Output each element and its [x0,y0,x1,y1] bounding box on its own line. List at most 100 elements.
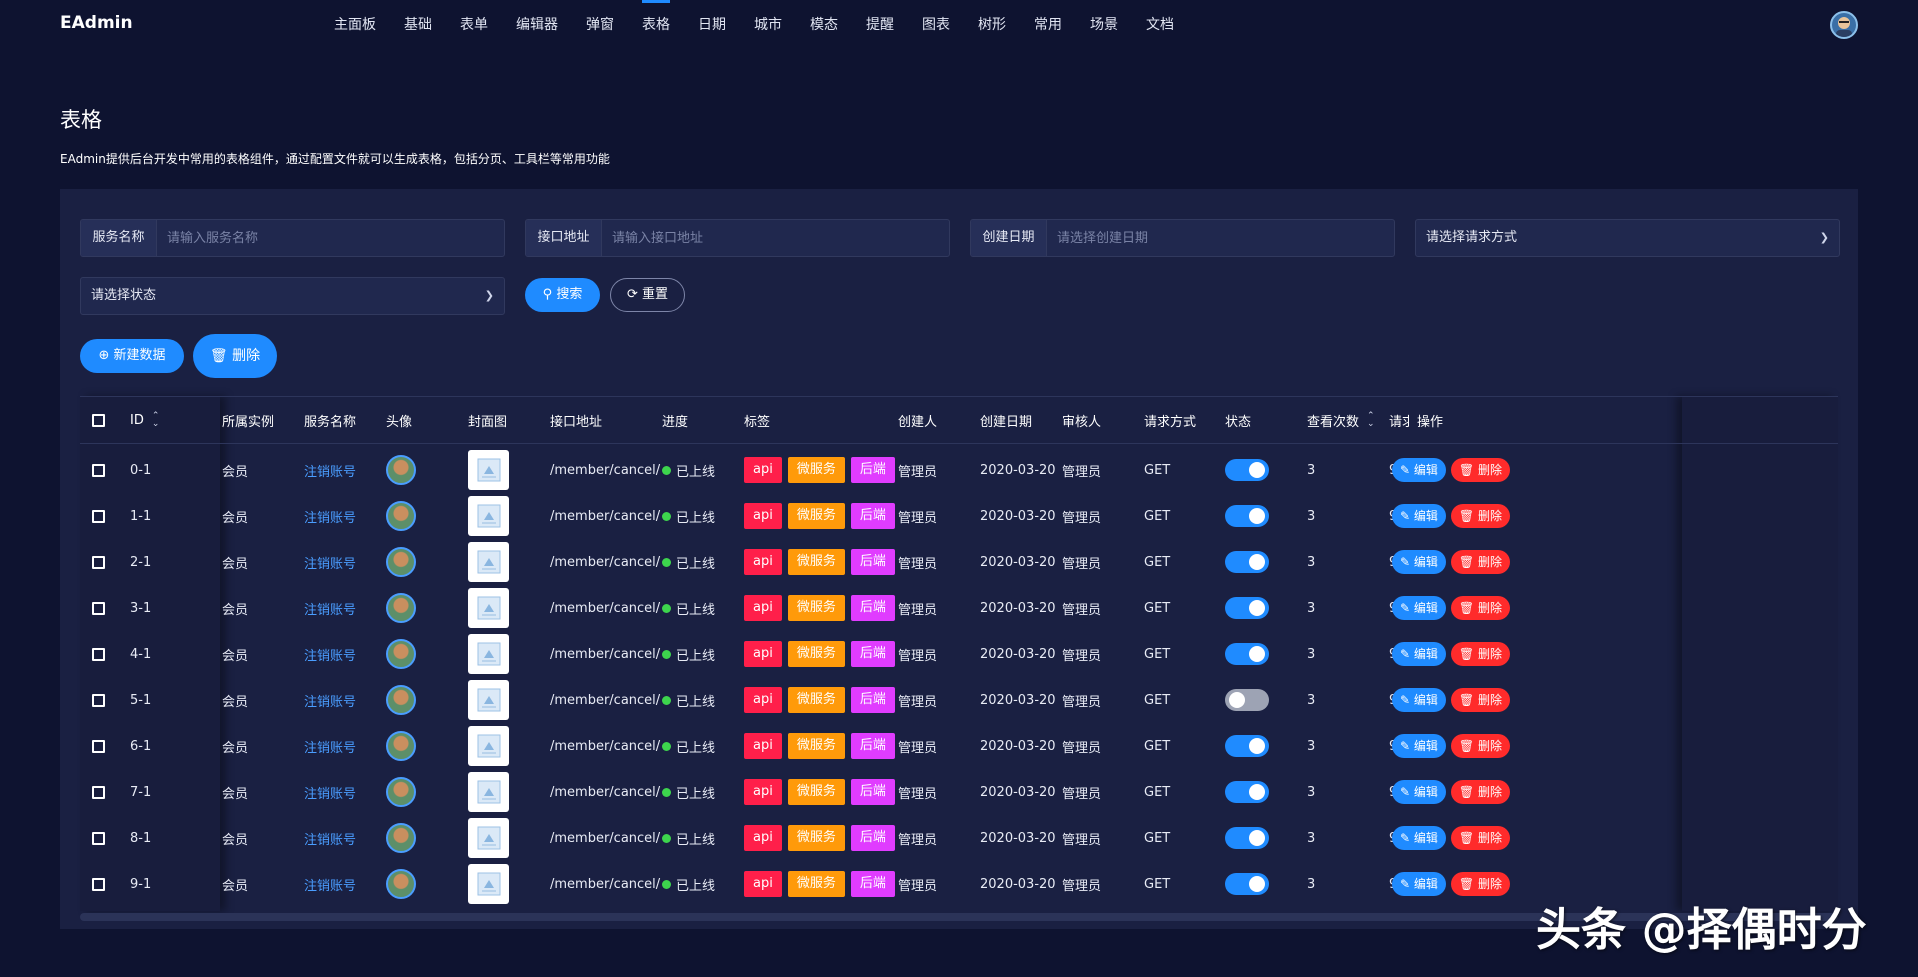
status-toggle[interactable] [1225,689,1269,711]
edit-button[interactable]: ✎ 编辑 [1392,872,1446,896]
delete-button-label: 删除 [1477,509,1502,523]
tag-badge: api [744,457,782,483]
edit-button[interactable]: ✎ 编辑 [1392,550,1446,574]
views-cell: 3 [1307,631,1315,677]
sort-icon[interactable]: ⌃ ⌄ [152,412,160,429]
reviewer-cell: 管理员 [1062,631,1101,677]
edit-button[interactable]: ✎ 编辑 [1392,504,1446,528]
batch-delete-button[interactable]: 🗑 删除 [193,334,277,378]
service-link[interactable]: 注销账号 [304,829,356,848]
row-checkbox[interactable] [92,831,105,845]
row-checkbox[interactable] [92,555,105,569]
nav-item[interactable]: 编辑器 [502,0,572,50]
user-avatar[interactable] [1830,11,1858,39]
delete-button[interactable]: 🗑 删除 [1450,826,1510,850]
status-toggle[interactable] [1225,551,1269,573]
progress-cell: 已上线 [662,815,715,861]
service-name-input[interactable] [157,220,504,256]
nav-item[interactable]: 弹窗 [572,0,628,50]
select-all-checkbox[interactable] [92,413,105,427]
request-method-select[interactable]: 请选择请求方式 ❯ [1415,219,1840,257]
status-toggle[interactable] [1225,643,1269,665]
delete-button[interactable]: 🗑 删除 [1450,780,1510,804]
edit-button[interactable]: ✎ 编辑 [1392,688,1446,712]
reviewer-cell: 管理员 [1062,677,1101,723]
reset-button[interactable]: ⟳ 重置 [610,278,685,312]
edit-button[interactable]: ✎ 编辑 [1392,826,1446,850]
nav-item[interactable]: 日期 [684,0,740,50]
delete-button[interactable]: 🗑 删除 [1450,642,1510,666]
row-checkbox[interactable] [92,693,105,707]
status-cell [1225,769,1269,815]
edit-button[interactable]: ✎ 编辑 [1392,642,1446,666]
row-date: 2020-03-20 [980,876,1056,892]
edit-button[interactable]: ✎ 编辑 [1392,596,1446,620]
row-checkbox[interactable] [92,463,105,477]
edit-button[interactable]: ✎ 编辑 [1392,458,1446,482]
row-checkbox[interactable] [92,509,105,523]
status-select[interactable]: 请选择状态 ❯ [80,277,505,315]
delete-button[interactable]: 🗑 删除 [1450,872,1510,896]
date-cell: 2020-03-20 [980,769,1056,815]
column-header: 请求 [1389,397,1409,443]
row-progress: 已上线 [676,602,716,618]
service-cell: 注销账号 [304,447,356,493]
row-checkbox[interactable] [92,647,105,661]
service-link[interactable]: 注销账号 [304,737,356,756]
row-reviewer: 管理员 [1062,602,1102,618]
status-toggle[interactable] [1225,459,1269,481]
nav-item[interactable]: 表单 [446,0,502,50]
nav-item[interactable]: 图表 [908,0,964,50]
service-link[interactable]: 注销账号 [304,691,356,710]
service-link[interactable]: 注销账号 [304,783,356,802]
service-link[interactable]: 注销账号 [304,461,356,480]
row-checkbox[interactable] [92,877,105,891]
column-header: 标签 [744,397,770,443]
nav-item[interactable]: 表格 [628,0,684,50]
edit-button[interactable]: ✎ 编辑 [1392,780,1446,804]
service-link[interactable]: 注销账号 [304,507,356,526]
edit-button[interactable]: ✎ 编辑 [1392,734,1446,758]
nav-item[interactable]: 场景 [1076,0,1132,50]
row-checkbox[interactable] [92,739,105,753]
nav-item[interactable]: 常用 [1020,0,1076,50]
api-address-input[interactable] [602,220,949,256]
column-header: 审核人 [1062,397,1101,443]
create-date-input[interactable] [1047,220,1394,256]
reviewer-cell: 管理员 [1062,585,1101,631]
row-checkbox[interactable] [92,601,105,615]
delete-button[interactable]: 🗑 删除 [1450,504,1510,528]
nav-item[interactable]: 树形 [964,0,1020,50]
status-toggle[interactable] [1225,735,1269,757]
nav-item[interactable]: 模态 [796,0,852,50]
delete-button[interactable]: 🗑 删除 [1450,688,1510,712]
service-link[interactable]: 注销账号 [304,553,356,572]
nav-item[interactable]: 主面板 [320,0,390,50]
delete-button[interactable]: 🗑 删除 [1450,550,1510,574]
row-instance: 会员 [222,878,249,894]
edit-icon: ✎ [1400,509,1411,523]
status-toggle[interactable] [1225,873,1269,895]
service-link[interactable]: 注销账号 [304,599,356,618]
row-checkbox[interactable] [92,785,105,799]
delete-button[interactable]: 🗑 删除 [1450,596,1510,620]
nav-item[interactable]: 文档 [1132,0,1188,50]
status-toggle[interactable] [1225,505,1269,527]
new-data-button[interactable]: ⊕ 新建数据 [80,339,184,373]
progress-cell: 已上线 [662,493,715,539]
search-button[interactable]: ⚲ 搜索 [525,278,600,312]
row-progress: 已上线 [676,740,716,756]
delete-button[interactable]: 🗑 删除 [1450,458,1510,482]
service-link[interactable]: 注销账号 [304,645,356,664]
brand-logo[interactable]: EAdmin [60,13,133,33]
status-toggle[interactable] [1225,781,1269,803]
nav-item[interactable]: 城市 [740,0,796,50]
cover-cell [468,861,509,907]
nav-item[interactable]: 提醒 [852,0,908,50]
service-link[interactable]: 注销账号 [304,875,356,894]
sort-icon[interactable]: ⌃ ⌄ [1367,412,1375,429]
nav-item[interactable]: 基础 [390,0,446,50]
status-toggle[interactable] [1225,827,1269,849]
status-toggle[interactable] [1225,597,1269,619]
delete-button[interactable]: 🗑 删除 [1450,734,1510,758]
